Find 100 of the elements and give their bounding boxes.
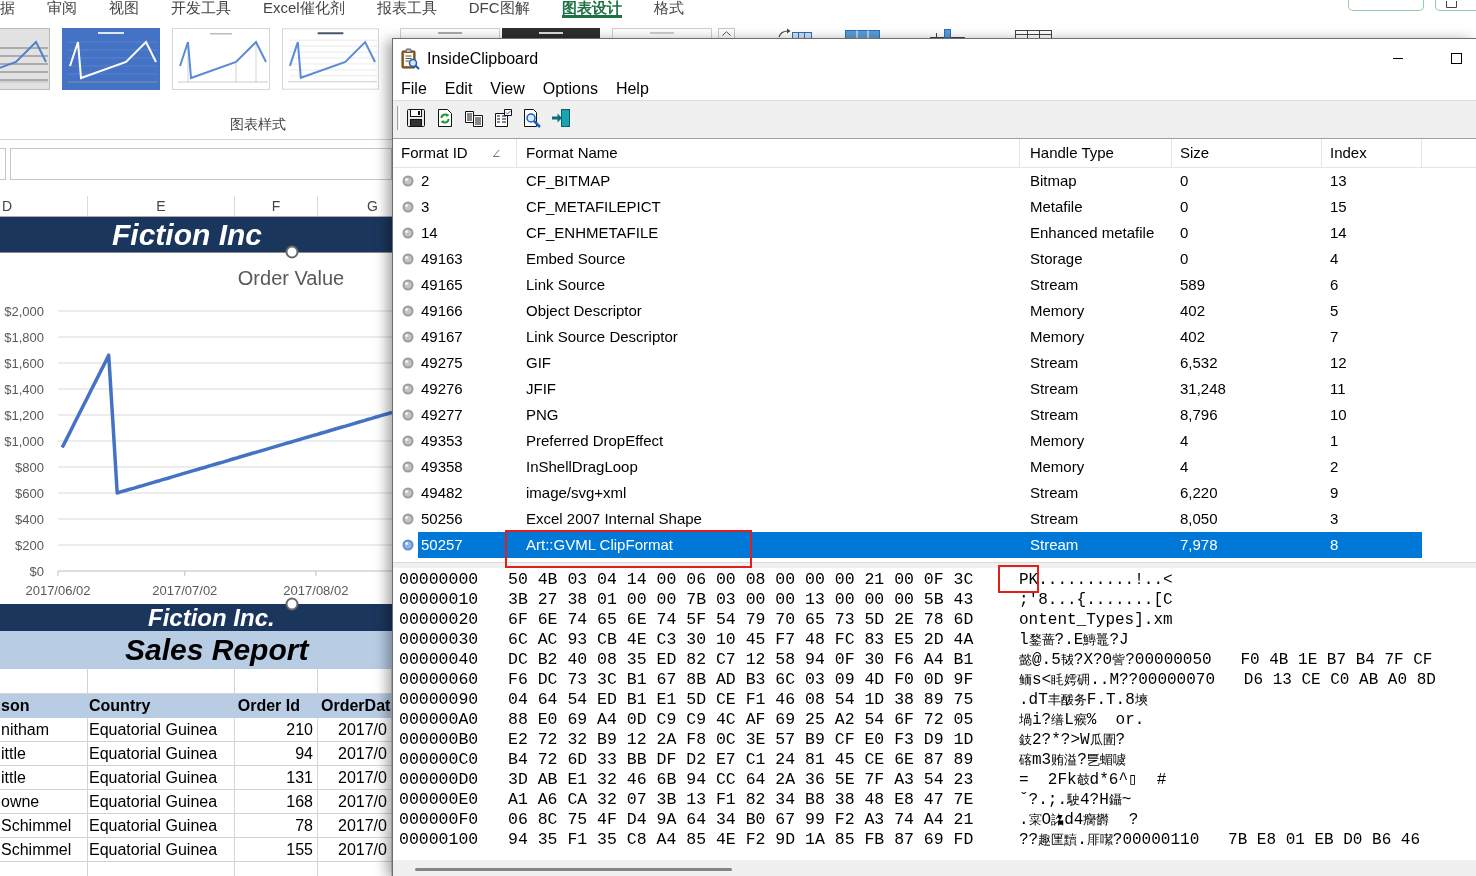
list-cell-text: Art::GVML ClipFormat [525, 535, 673, 555]
hex-text: ontent_Types].xm [1019, 610, 1173, 630]
ribbon-tab[interactable]: 据 [0, 0, 15, 18]
list-row[interactable]: 50257 Art::GVML ClipFormat Stream 7,978 8 [418, 532, 1422, 558]
chart-style-thumbnail[interactable] [62, 28, 160, 90]
ribbon-tab[interactable]: 开发工具 [171, 0, 231, 18]
scrollbar-thumb[interactable] [415, 868, 732, 871]
chart-style-thumbnail[interactable] [172, 28, 270, 90]
list-cell-text: CF_METAFILEPICT [525, 197, 661, 217]
chart-style-thumbnail[interactable] [400, 28, 500, 38]
name-box-field[interactable] [0, 148, 6, 180]
list-cell-text: Embed Source [525, 249, 626, 269]
list-cell-text: Link Source [525, 275, 606, 295]
company-name: Fiction Inc [112, 217, 262, 252]
list-cell-text: 11 [1329, 379, 1346, 399]
column-header[interactable]: Index [1322, 139, 1422, 167]
list-cell-text: Link Source Descriptor [525, 327, 678, 347]
column-header[interactable]: Handle Type [1020, 139, 1172, 167]
list-cell-text: Metafile [1029, 197, 1083, 217]
ribbon-tab[interactable]: 图表设计 [561, 0, 622, 18]
column-letter[interactable]: G [318, 196, 392, 216]
exit-door-icon[interactable] [551, 108, 571, 128]
hex-text: ;'8...{.......[C [1019, 590, 1173, 610]
table-cell: Equatorial Guinea [88, 742, 235, 766]
list-row[interactable]: 49275 GIF Stream 6,532 12 [418, 350, 1422, 376]
list-cell-text: 4 [1179, 457, 1189, 477]
list-row[interactable]: 49167 Link Source Descriptor Memory 402 7 [418, 324, 1422, 350]
column-header: Country [88, 694, 235, 718]
list-row[interactable]: 49166 Object Descriptor Memory 402 5 [418, 298, 1422, 324]
properties-icon[interactable] [493, 108, 513, 128]
chart-style-thumbnail[interactable] [0, 28, 50, 90]
list-cell-text: Object Descriptor [525, 301, 642, 321]
formula-bar-field[interactable] [10, 148, 392, 180]
column-header[interactable]: Format ID [393, 139, 517, 167]
list-row[interactable]: 50256 Excel 2007 Internal Shape Stream 8,050 3 [418, 506, 1422, 532]
menu-item[interactable]: Edit [435, 78, 482, 100]
list-row[interactable]: 2 CF_BITMAP Bitmap 0 13 [418, 168, 1422, 194]
list-row[interactable]: 49353 Preferred DropEffect Memory 4 1 [418, 428, 1422, 454]
list-cell-text: 49166 [420, 301, 463, 321]
list-cell-text: 15 [1329, 197, 1347, 217]
resize-handle-icon[interactable] [285, 597, 299, 611]
list-row[interactable]: 49358 InShellDragLoop Memory 4 2 [418, 454, 1422, 480]
list-cell-text: Stream [1029, 535, 1079, 555]
refresh-icon[interactable] [435, 108, 455, 128]
list-cell-text: 49275 [420, 353, 463, 373]
ribbon-button[interactable] [1435, 0, 1476, 11]
grid-icon[interactable] [845, 28, 880, 38]
scroll-up-button[interactable] [718, 28, 735, 38]
list-cell-text: 3 [1329, 509, 1339, 529]
column-header[interactable]: Format Name [517, 139, 1020, 167]
hex-offset: 00000060 [399, 670, 479, 691]
list-row[interactable]: 49482 image/svg+xml Stream 6,220 9 [418, 480, 1422, 506]
resize-handle-icon[interactable] [285, 245, 299, 259]
column-header[interactable]: Size [1172, 139, 1322, 167]
maximize-icon [1450, 53, 1462, 64]
list-cell-text: Enhanced metafile [1029, 223, 1155, 243]
list-row[interactable]: 49163 Embed Source Storage 0 4 [418, 246, 1422, 272]
list-row[interactable]: 49165 Link Source Stream 589 6 [418, 272, 1422, 298]
dot-icon [402, 539, 414, 551]
chart-style-thumbnail[interactable] [282, 28, 379, 90]
ribbon-tab[interactable]: 视图 [109, 0, 139, 18]
y-axis-label: $400 [15, 512, 44, 527]
chart-style-thumbnail[interactable] [502, 28, 600, 38]
hex-text: ??趣匩黷.厞噄?00000110 7B E8 01 EB D0 B6 46 [1019, 830, 1421, 851]
window-title: InsideClipboard [427, 49, 539, 68]
menu-item[interactable]: Help [606, 78, 658, 100]
hex-offset: 00000040 [399, 650, 479, 671]
horizontal-scrollbar[interactable] [393, 860, 1476, 876]
menu-item[interactable]: Options [533, 78, 607, 100]
column-header: Order Id [235, 694, 318, 718]
dot-icon [402, 357, 414, 369]
list-row[interactable]: 49276 JFIF Stream 31,248 11 [418, 376, 1422, 402]
chart-style-thumbnail[interactable] [612, 28, 712, 38]
column-letter[interactable]: E [88, 196, 235, 216]
ribbon-tab[interactable]: Excel催化剂 [263, 0, 345, 18]
copy-icon[interactable] [464, 108, 484, 128]
menu-item[interactable]: View [481, 78, 534, 100]
search-icon[interactable] [522, 108, 542, 128]
column-letter[interactable]: D [0, 196, 88, 216]
bar-chart-icon[interactable] [930, 28, 965, 38]
save-icon[interactable] [406, 108, 426, 128]
y-axis-label: $200 [15, 538, 44, 553]
list-cell-text: 12 [1329, 353, 1347, 373]
ribbon-tab[interactable]: 审阅 [47, 0, 77, 18]
menu-item[interactable]: File [393, 78, 436, 100]
column-letter[interactable]: F [235, 196, 318, 216]
report-title: Sales Report [125, 632, 309, 668]
company-name: Fiction Inc. [148, 604, 275, 631]
list-row[interactable]: 49277 PNG Stream 8,796 10 [418, 402, 1422, 428]
list-cell-text: 2 [420, 171, 430, 191]
ribbon-tab[interactable]: 报表工具 [376, 0, 437, 18]
ribbon-tab[interactable]: DFC图解 [468, 0, 530, 18]
list-row[interactable]: 14 CF_ENHMETAFILE Enhanced metafile 0 14 [418, 220, 1422, 246]
hex-offset: 000000A0 [399, 710, 479, 731]
ribbon-tab[interactable]: 格式 [653, 0, 684, 18]
table-cell: 155 [235, 838, 318, 862]
list-row[interactable]: 3 CF_METAFILEPICT Metafile 0 15 [418, 194, 1422, 220]
list-cell-text: 402 [1179, 301, 1206, 321]
chart-title: Order Value [237, 267, 345, 289]
dot-icon [402, 487, 414, 499]
